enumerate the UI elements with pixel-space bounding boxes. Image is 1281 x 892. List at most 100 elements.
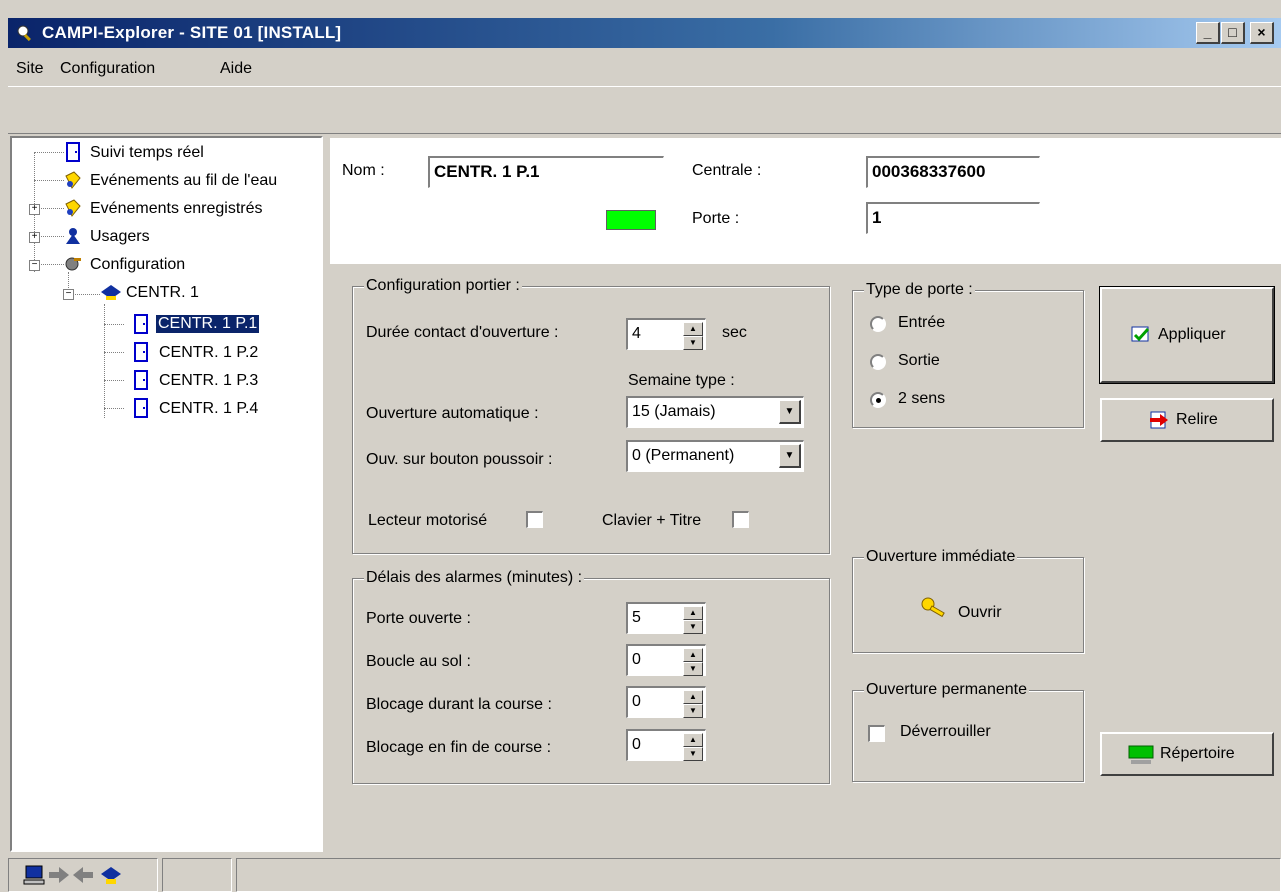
door-icon (134, 398, 148, 418)
config-icon (65, 257, 81, 271)
header-panel: Nom : CENTR. 1 P.1 Centrale : 0003683376… (330, 138, 1281, 264)
delai-label: Blocage en fin de course : (366, 739, 552, 756)
clavier-checkbox[interactable] (732, 511, 749, 528)
event-icon (65, 171, 81, 189)
toolbar (8, 86, 1281, 134)
spin-down-icon[interactable]: ▼ (683, 336, 703, 350)
repertoire-button[interactable]: Répertoire (1100, 732, 1274, 776)
status-pane-3 (236, 858, 1281, 892)
ouverture-immediate-title: Ouverture immédiate (864, 548, 1018, 566)
spin-down-icon[interactable]: ▼ (683, 704, 703, 718)
radio-sortie-label: Sortie (898, 352, 940, 369)
radio-2sens-label: 2 sens (898, 390, 946, 407)
lecteur-label: Lecteur motorisé (368, 512, 488, 529)
door-icon (134, 314, 148, 334)
door-icon (134, 342, 148, 362)
type-porte-group (852, 290, 1084, 428)
maximize-icon: □ (1228, 24, 1237, 40)
boucle-sol-spinner[interactable]: 0 ▲ ▼ (626, 644, 706, 676)
tree-item-evenements-fil[interactable]: Evénements au fil de l'eau (90, 172, 277, 190)
duree-spinner[interactable]: 4 ▲ ▼ (626, 318, 706, 350)
bouton-select[interactable]: 0 (Permanent) ▼ (626, 440, 804, 472)
radio-entree[interactable] (870, 316, 886, 332)
type-porte-title: Type de porte : (864, 281, 975, 299)
central-icon (101, 867, 121, 884)
bouton-label: Ouv. sur bouton poussoir : (366, 451, 553, 468)
spin-up-icon[interactable]: ▲ (683, 322, 703, 336)
porte-ouverte-spinner[interactable]: 5 ▲ ▼ (626, 602, 706, 634)
config-portier-title: Configuration portier : (364, 277, 522, 295)
arrow-left-icon (73, 867, 93, 883)
apply-icon (1131, 326, 1150, 342)
tree-item-suivi[interactable]: Suivi temps réel (90, 144, 204, 162)
tree-item-evenements-enregistres[interactable]: Evénements enregistrés (90, 200, 263, 218)
clavier-label: Clavier + Titre (602, 512, 702, 529)
blocage-fin-spinner[interactable]: 0 ▲ ▼ (626, 729, 706, 761)
lecteur-checkbox[interactable] (526, 511, 543, 528)
ouvrir-button[interactable]: Ouvrir (920, 596, 1030, 626)
door-icon (134, 370, 148, 390)
close-icon: × (1257, 24, 1266, 40)
window-title: CAMPI-Explorer - SITE 01 [INSTALL] (42, 23, 342, 42)
blocage-course-spinner[interactable]: 0 ▲ ▼ (626, 686, 706, 718)
relire-button[interactable]: Relire (1100, 398, 1274, 442)
nom-field[interactable]: CENTR. 1 P.1 (428, 156, 664, 188)
menu-site[interactable]: Site (16, 60, 44, 78)
minimize-icon: _ (1203, 24, 1212, 40)
radio-2sens[interactable] (870, 392, 886, 408)
expand-users-toggle[interactable]: + (29, 232, 40, 243)
tree-item-centr1[interactable]: CENTR. 1 (126, 284, 199, 302)
auto-label: Ouverture automatique : (366, 405, 539, 422)
semaine-type-label: Semaine type : (628, 372, 735, 389)
porte-field[interactable]: 1 (866, 202, 1040, 234)
radio-sortie[interactable] (870, 354, 886, 370)
auto-select[interactable]: 15 (Jamais) ▼ (626, 396, 804, 428)
radio-entree-label: Entrée (898, 314, 946, 331)
spin-up-icon[interactable]: ▲ (683, 648, 703, 662)
porte-label: Porte : (692, 210, 740, 227)
maximize-button[interactable]: □ (1221, 22, 1245, 44)
tree-item-p2[interactable]: CENTR. 1 P.2 (159, 344, 258, 362)
computer-icon (23, 865, 45, 885)
tree-item-usagers[interactable]: Usagers (90, 228, 150, 246)
menu-bar: Site Configuration Aide (8, 50, 1281, 86)
close-button[interactable]: × (1250, 22, 1274, 44)
expand-config-toggle[interactable]: − (29, 260, 40, 271)
deverrouiller-checkbox[interactable] (868, 725, 885, 742)
status-pane-2 (162, 858, 232, 892)
tree-item-p4[interactable]: CENTR. 1 P.4 (159, 400, 258, 418)
delais-title: Délais des alarmes (minutes) : (364, 569, 585, 587)
directory-icon (1128, 745, 1154, 764)
delai-label: Blocage durant la course : (366, 696, 552, 713)
status-indicator (606, 210, 656, 230)
expand-events-toggle[interactable]: + (29, 204, 40, 215)
delai-label: Porte ouverte : (366, 610, 471, 627)
spin-up-icon[interactable]: ▲ (683, 733, 703, 747)
tree-item-configuration[interactable]: Configuration (90, 256, 185, 274)
spin-down-icon[interactable]: ▼ (683, 747, 703, 761)
spin-up-icon[interactable]: ▲ (683, 690, 703, 704)
key-icon (921, 597, 945, 618)
tree-item-p3[interactable]: CENTR. 1 P.3 (159, 372, 258, 390)
status-bar (8, 854, 1281, 892)
menu-configuration[interactable]: Configuration (60, 60, 155, 78)
spin-down-icon[interactable]: ▼ (683, 620, 703, 634)
dropdown-arrow-icon[interactable]: ▼ (779, 444, 801, 468)
spin-up-icon[interactable]: ▲ (683, 606, 703, 620)
menu-aide[interactable]: Aide (220, 60, 252, 78)
app-icon (17, 25, 31, 42)
ouverture-permanente-title: Ouverture permanente (864, 681, 1029, 699)
tree-view[interactable]: + + − − Suivi temps réel Evénements au f… (10, 136, 323, 852)
tree-item-p1[interactable]: CENTR. 1 P.1 (154, 314, 261, 334)
dropdown-arrow-icon[interactable]: ▼ (779, 400, 801, 424)
spin-down-icon[interactable]: ▼ (683, 662, 703, 676)
expand-central-toggle[interactable]: − (63, 289, 74, 300)
nom-label: Nom : (342, 162, 385, 179)
minimize-button[interactable]: _ (1196, 22, 1220, 44)
centrale-label: Centrale : (692, 162, 762, 179)
central-icon (101, 285, 121, 300)
door-icon (66, 142, 80, 162)
centrale-field[interactable]: 000368337600 (866, 156, 1040, 188)
appliquer-button[interactable]: Appliquer (1099, 286, 1275, 384)
duree-unit: sec (722, 324, 747, 341)
